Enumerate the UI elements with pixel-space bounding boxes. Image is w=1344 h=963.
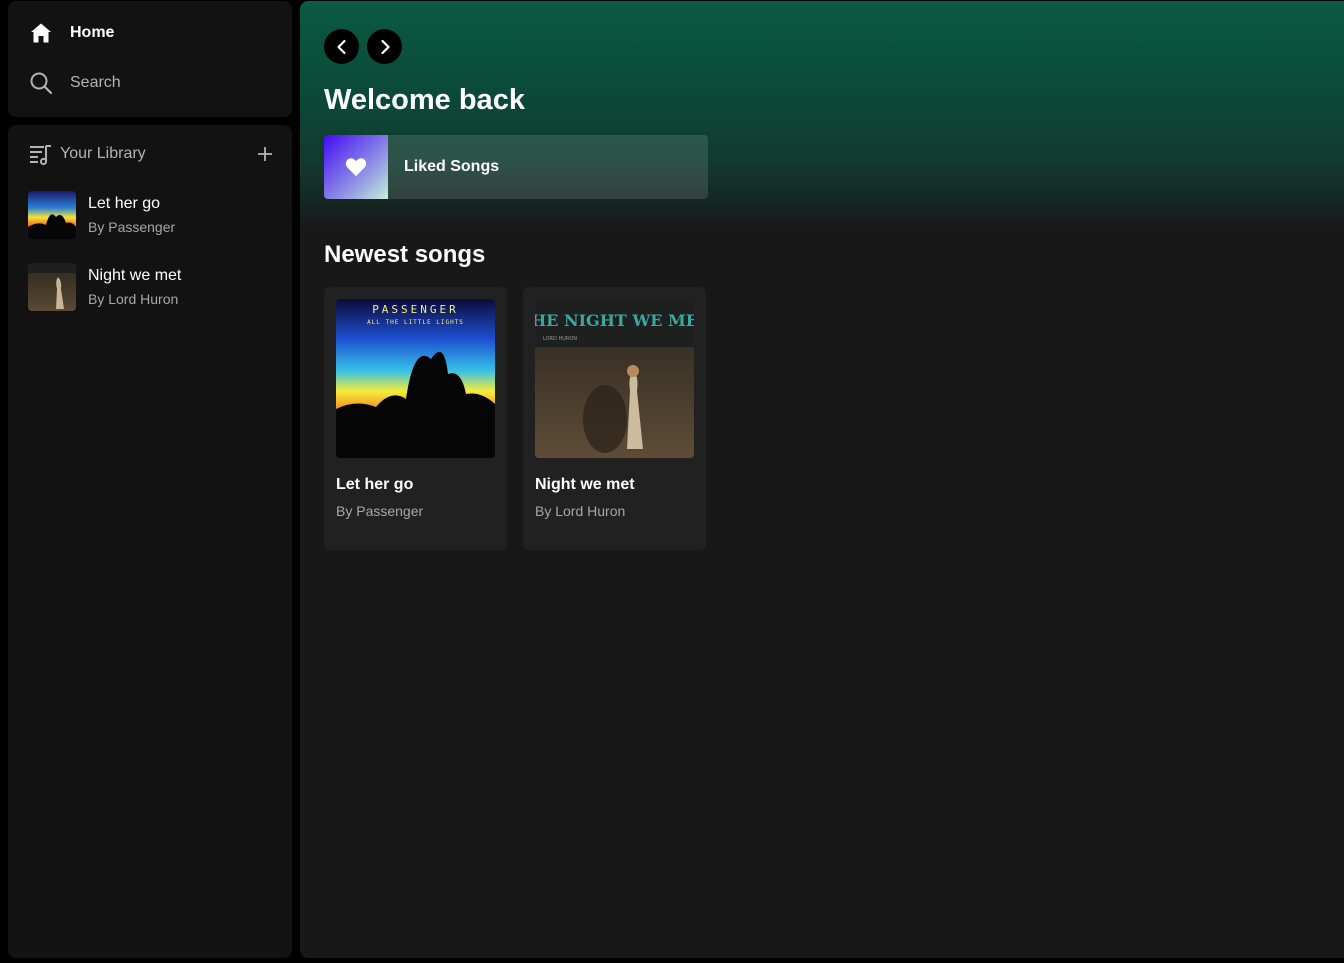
liked-songs-art	[324, 135, 388, 199]
nav-home-link[interactable]: Home	[28, 20, 114, 46]
album-art-text: THE NIGHT WE MET	[535, 311, 694, 330]
nav-home-label: Home	[70, 24, 115, 41]
nav-search-label: Search	[70, 74, 121, 91]
song-artist: By Passenger	[336, 503, 424, 519]
library-item-artist: By Passenger	[88, 219, 176, 235]
library-item-title: Night we met	[88, 267, 182, 284]
search-icon	[28, 70, 54, 96]
library-item[interactable]: Night we met By Lord Huron	[28, 263, 278, 311]
library-item-title: Let her go	[88, 195, 161, 212]
library-item-artist: By Lord Huron	[88, 291, 179, 307]
page-title: Welcome back	[324, 84, 525, 116]
chevron-right-icon	[377, 39, 393, 55]
song-card[interactable]: PASSENGER ALL THE LITTLE LIGHTS Let her …	[324, 287, 507, 550]
chevron-left-icon	[334, 39, 350, 55]
nav-search-link[interactable]: Search	[28, 70, 121, 96]
album-art: THE NIGHT WE MET LORD HURON	[535, 299, 694, 458]
song-card[interactable]: THE NIGHT WE MET LORD HURON Night we met…	[523, 287, 706, 550]
album-art-thumbnail	[28, 263, 76, 311]
album-art-thumbnail	[28, 191, 76, 239]
heart-icon	[345, 157, 367, 177]
forward-button[interactable]	[367, 29, 402, 64]
library-title[interactable]: Your Library	[60, 145, 146, 163]
album-art-text: PASSENGER	[372, 303, 459, 316]
album-art-text: LORD HURON	[543, 336, 577, 342]
song-title: Let her go	[336, 476, 414, 493]
library-panel: Your Library Let her go By Passenger Nig…	[8, 125, 292, 958]
album-art: PASSENGER ALL THE LITTLE LIGHTS	[336, 299, 495, 458]
liked-songs-label: Liked Songs	[404, 158, 500, 175]
main-content: Welcome back Liked Songs Newest songs PA…	[300, 1, 1344, 958]
section-heading: Newest songs	[324, 241, 486, 268]
home-icon	[28, 20, 54, 46]
back-button[interactable]	[324, 29, 359, 64]
album-art-text: ALL THE LITTLE LIGHTS	[367, 319, 464, 326]
library-header: Your Library	[28, 141, 278, 167]
library-icon[interactable]	[28, 142, 52, 166]
library-item[interactable]: Let her go By Passenger	[28, 191, 278, 239]
liked-songs-card[interactable]: Liked Songs	[324, 135, 708, 199]
song-artist: By Lord Huron	[535, 503, 626, 519]
add-icon[interactable]	[252, 141, 278, 167]
sidebar-nav: Home Search	[8, 1, 292, 117]
song-title: Night we met	[535, 476, 635, 493]
